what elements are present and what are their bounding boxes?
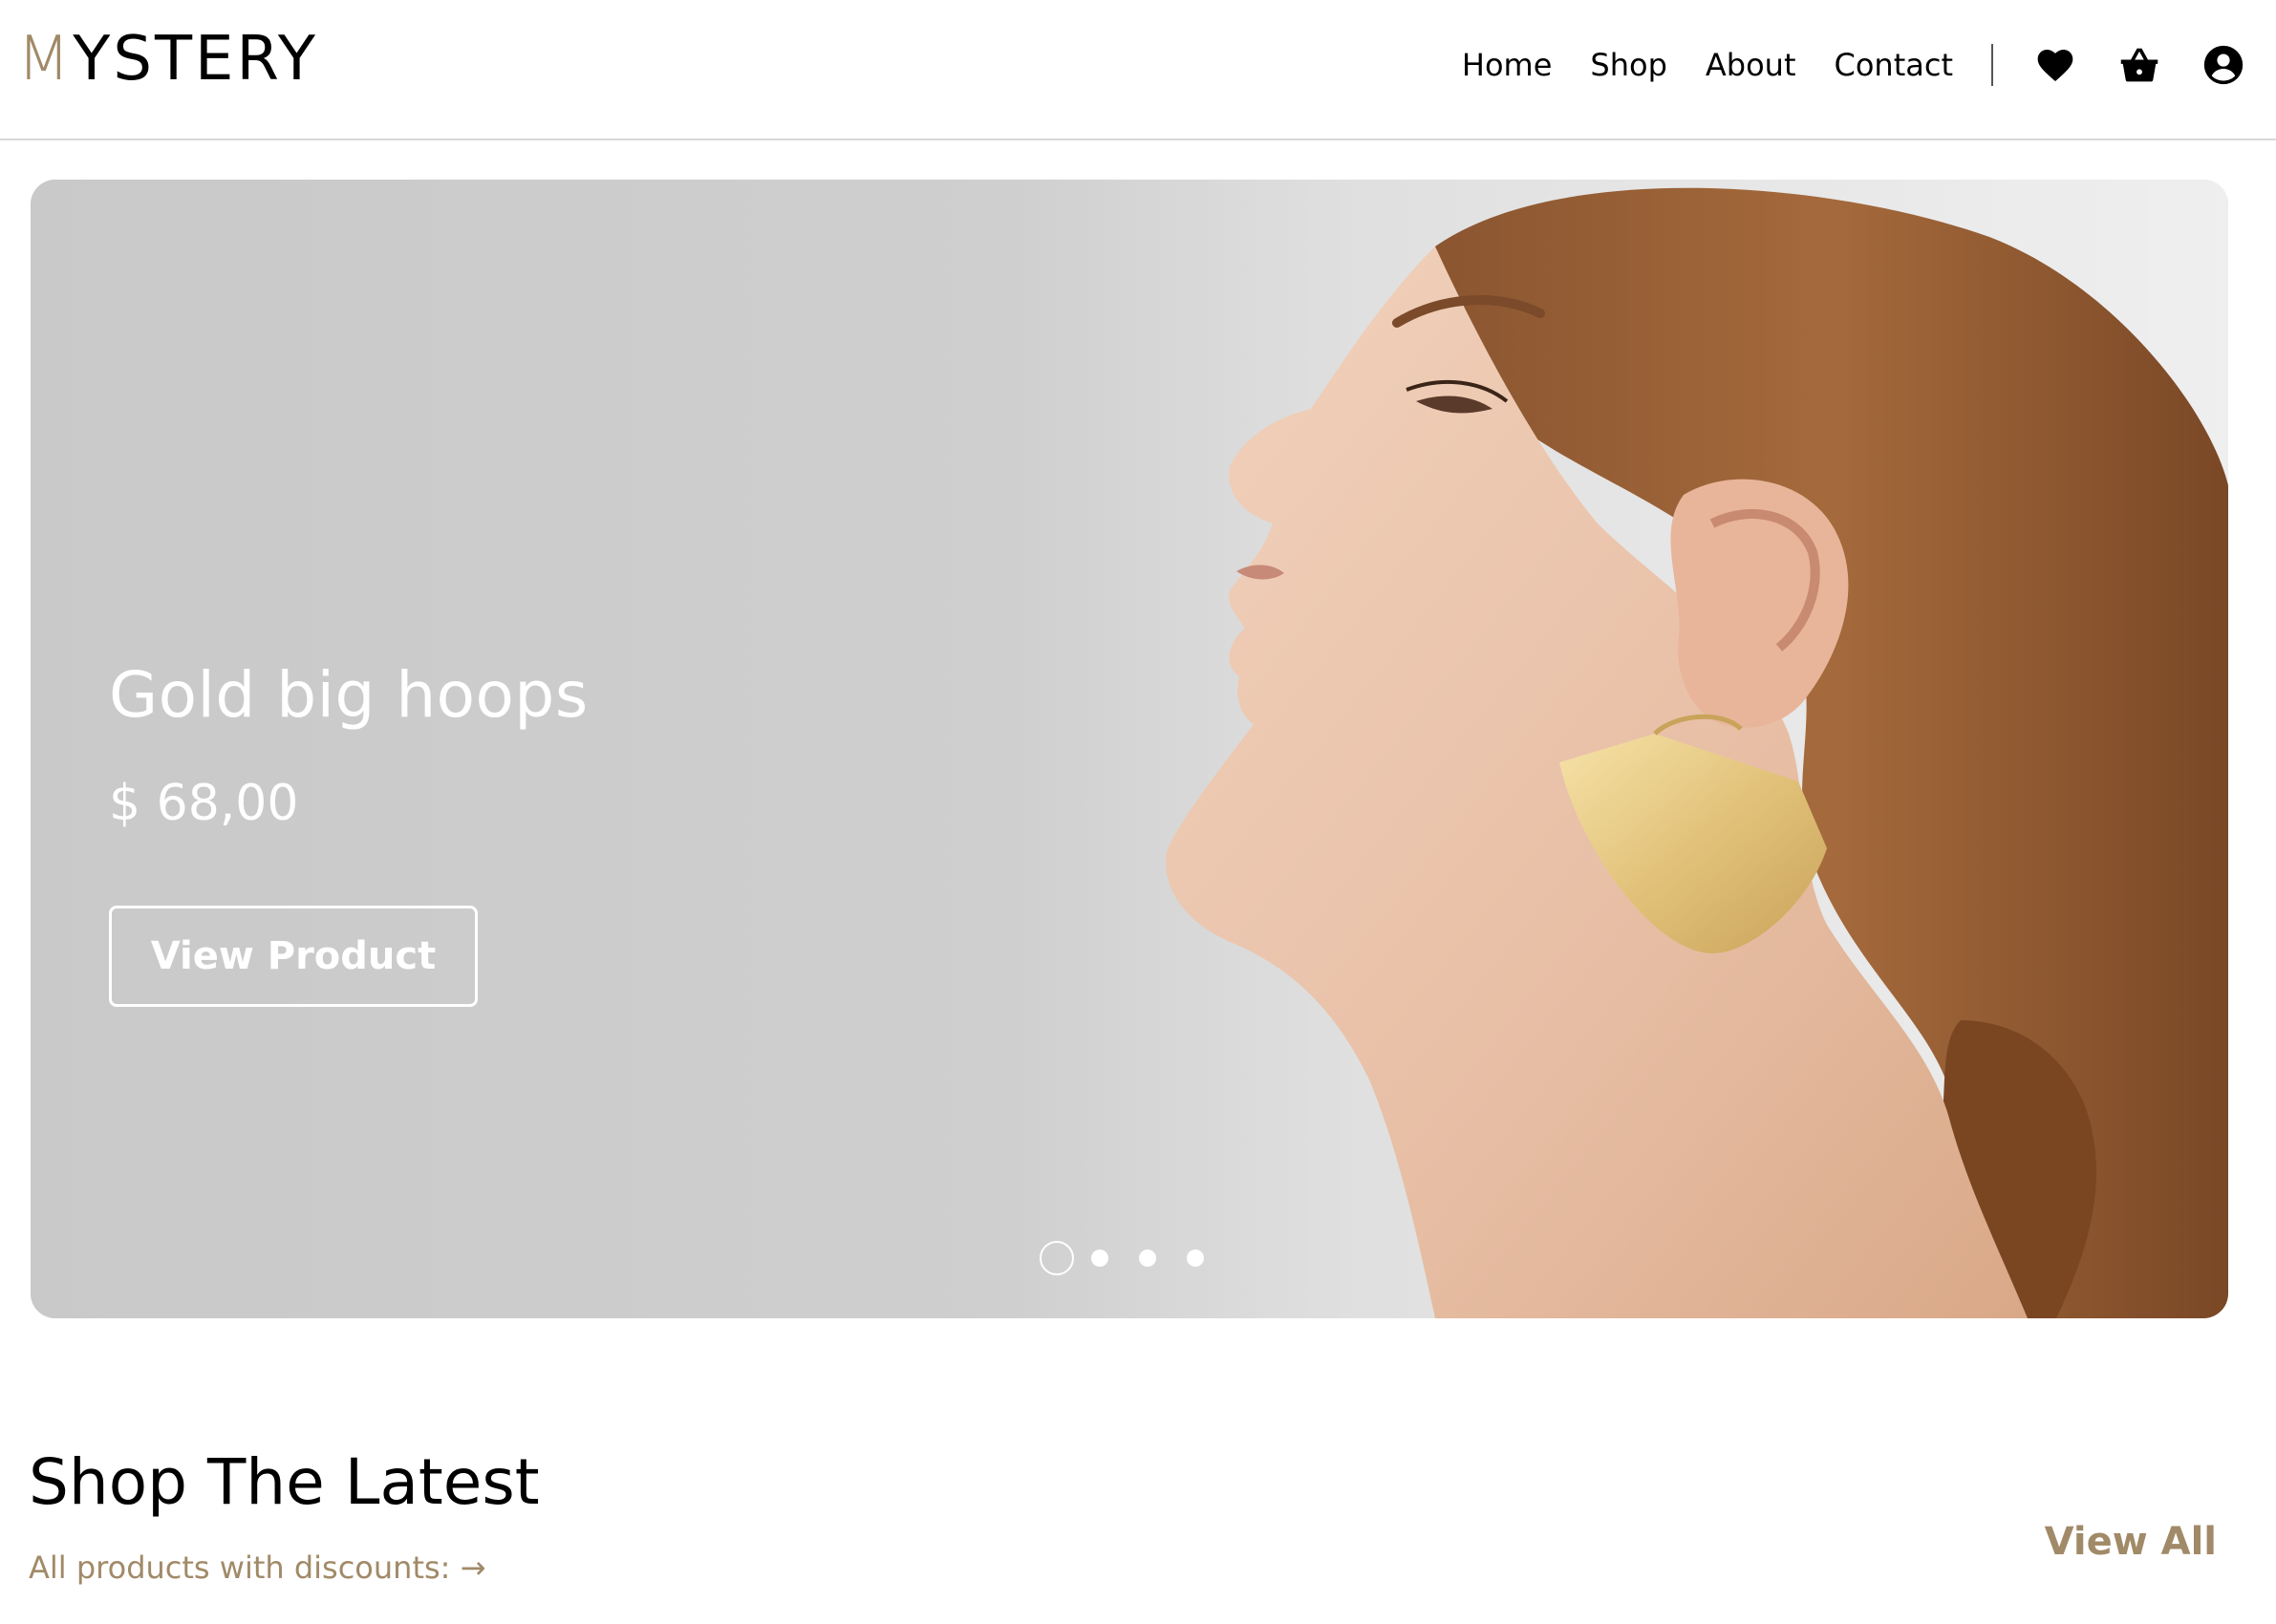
slider-dot-4[interactable] — [1187, 1250, 1204, 1267]
user-account-icon[interactable] — [2201, 43, 2245, 87]
logo-letter-m: M — [17, 24, 74, 95]
hero-slider: Gold big hoops $ 68,00 View Product — [31, 180, 2228, 1318]
discounts-link[interactable]: All products with discounts: → — [29, 1549, 485, 1586]
mystery-logo[interactable]: M YSTERY — [17, 29, 318, 90]
hero-model-photo — [986, 180, 2228, 1318]
nav-home-link[interactable]: Home — [1462, 50, 1553, 80]
slider-dot-3[interactable] — [1139, 1250, 1156, 1267]
view-product-button[interactable]: View Product — [109, 906, 478, 1007]
slider-pagination — [1040, 1240, 1235, 1276]
shop-latest-heading: Shop The Latest — [29, 1445, 540, 1519]
slider-dot-2[interactable] — [1091, 1250, 1108, 1267]
nav-divider — [1991, 44, 1993, 86]
shopping-basket-icon[interactable] — [2117, 43, 2161, 87]
heart-icon[interactable] — [2033, 43, 2077, 87]
logo-text: YSTERY — [73, 24, 318, 95]
nav-contact-link[interactable]: Contact — [1835, 50, 1954, 80]
hero-product-title: Gold big hoops — [109, 658, 589, 732]
slider-dot-1[interactable] — [1040, 1241, 1074, 1275]
main-nav: Home Shop About Contact — [1462, 42, 2276, 88]
view-all-link[interactable]: View All — [2045, 1519, 2217, 1565]
nav-about-link[interactable]: About — [1706, 50, 1796, 80]
site-header: M YSTERY Home Shop About Contact — [0, 0, 2276, 140]
hero-product-price: $ 68,00 — [109, 775, 299, 832]
nav-shop-link[interactable]: Shop — [1590, 50, 1666, 80]
